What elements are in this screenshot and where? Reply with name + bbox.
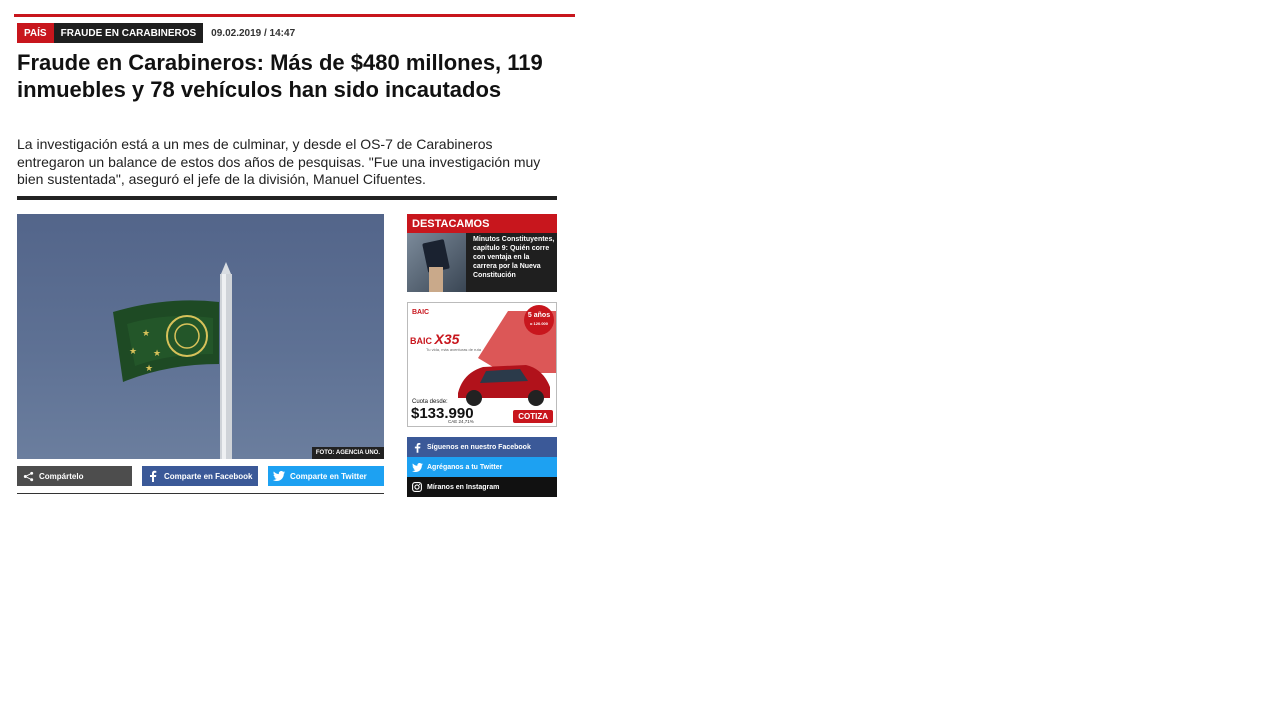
share-twitter-button[interactable]: Comparte en Twitter [268,466,384,486]
follow-instagram-label: Míranos en Instagram [427,483,500,491]
ad-cae: CAE 24,71% [448,419,474,424]
follow-facebook-button[interactable]: Síguenos en nuestro Facebook [407,437,557,457]
destacamos-title[interactable]: Minutos Constituyentes, capítulo 9: Quié… [473,235,555,280]
follow-twitter-label: Agréganos a tu Twitter [427,463,503,471]
destacamos-thumbnail[interactable] [407,233,466,292]
divider [17,196,557,200]
ad-model-prefix: BAIC [410,336,432,346]
svg-text:★: ★ [153,349,161,359]
ad-tagline: Tu vida, más aventuras de ruta [426,347,481,352]
top-red-rule [14,14,575,17]
share-button[interactable]: Compártelo [17,466,132,486]
ad-badge-line2: o 120.000 [529,321,548,326]
share-divider [17,493,384,494]
ad-badge-line1: 5 años [527,312,551,319]
share-twitter-label: Comparte en Twitter [290,471,367,481]
photo-credit: FOTO: AGENCIA UNO. [311,447,384,459]
car-advertisement[interactable]: BAIC BAIC X35 Tu vida, más aventuras de … [407,302,557,427]
article-photo: ★ ★ ★ ★ FOTO: AGENCIA UNO. [17,214,384,459]
ad-warranty-badge: 5 años o 120.000 [524,305,554,335]
facebook-icon [407,442,427,453]
article-title: Fraude en Carabineros: Más de $480 millo… [17,50,543,102]
section-label[interactable]: PAÍS [17,23,54,43]
destacamos-header: DESTACAMOS [407,214,557,233]
svg-text:★: ★ [142,329,150,339]
publish-date: 09.02.2019 / 14:47 [211,27,296,39]
topic-tag[interactable]: FRAUDE EN CARABINEROS [53,23,204,43]
article-lead: La investigación está a un mes de culmin… [17,136,541,187]
svg-text:★: ★ [129,347,137,357]
share-label: Compártelo [39,471,84,481]
share-icon [17,471,39,482]
flag-image: ★ ★ ★ ★ [113,262,232,459]
follow-twitter-button[interactable]: Agréganos a tu Twitter [407,457,557,477]
twitter-icon [268,471,290,481]
facebook-icon [142,470,164,482]
twitter-icon [407,462,427,472]
ad-cta-button[interactable]: COTIZA [513,410,553,423]
destacamos-widget[interactable]: DESTACAMOS Minutos Constituyentes, capít… [407,214,557,292]
ad-model: BAIC X35 [410,331,459,347]
instagram-icon [407,482,427,492]
follow-facebook-label: Síguenos en nuestro Facebook [427,443,531,451]
follow-instagram-button[interactable]: Míranos en Instagram [407,477,557,497]
ad-model-name: X35 [434,331,460,347]
share-facebook-label: Comparte en Facebook [164,471,253,481]
svg-text:★: ★ [145,364,153,374]
article-meta: PAÍS FRAUDE EN CARABINEROS 09.02.2019 / … [17,23,295,43]
share-facebook-button[interactable]: Comparte en Facebook [142,466,258,486]
